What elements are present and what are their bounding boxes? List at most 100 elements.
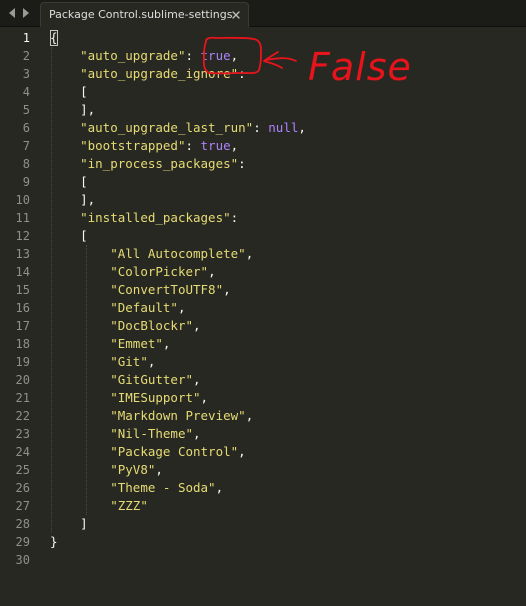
- string-token: "Theme - Soda": [110, 480, 216, 495]
- tab-package-control-settings[interactable]: Package Control.sublime-settings: [40, 2, 249, 27]
- punctuation-token: [50, 66, 80, 81]
- line-number: 13: [15, 247, 30, 261]
- punctuation-token: :: [238, 156, 246, 171]
- punctuation-token: [50, 408, 110, 423]
- string-token: "ColorPicker": [110, 264, 209, 279]
- code-line[interactable]: ]: [50, 515, 306, 533]
- code-line[interactable]: "IMESupport",: [50, 389, 306, 407]
- code-line[interactable]: [: [50, 227, 306, 245]
- punctuation-token: :: [253, 120, 269, 135]
- code-line[interactable]: "ConvertToUTF8",: [50, 281, 306, 299]
- punctuation-token: ],: [50, 102, 96, 117]
- line-number: 11: [15, 211, 30, 225]
- code-line[interactable]: ],: [50, 101, 306, 119]
- code-line[interactable]: "PyV8",: [50, 461, 306, 479]
- code-line[interactable]: "auto_upgrade": true,: [50, 47, 306, 65]
- line-number: 7: [22, 139, 30, 153]
- string-token: "DocBlockr": [110, 318, 194, 333]
- triangle-left-icon[interactable]: [6, 6, 18, 20]
- code-line[interactable]: "bootstrapped": true,: [50, 137, 306, 155]
- code-line[interactable]: "auto_upgrade_last_run": null,: [50, 119, 306, 137]
- code-line[interactable]: "Default",: [50, 299, 306, 317]
- string-token: "Default": [110, 300, 178, 315]
- line-number: 19: [15, 355, 30, 369]
- line-number: 26: [15, 481, 30, 495]
- line-number: 24: [15, 445, 30, 459]
- triangle-right-icon[interactable]: [20, 6, 32, 20]
- code-line[interactable]: "All Autocomplete",: [50, 245, 306, 263]
- code-line[interactable]: "GitGutter",: [50, 371, 306, 389]
- string-token: "installed_packages": [80, 210, 231, 225]
- line-number: 8: [22, 157, 30, 171]
- punctuation-token: [: [50, 228, 88, 243]
- punctuation-token: [50, 462, 110, 477]
- string-token: "auto_upgrade_ignore": [80, 66, 239, 81]
- line-number: 30: [15, 553, 30, 567]
- code-line[interactable]: ],: [50, 191, 306, 209]
- string-token: "Emmet": [110, 336, 163, 351]
- string-token: "in_process_packages": [80, 156, 239, 171]
- line-number: 3: [22, 67, 30, 81]
- line-number: 25: [15, 463, 30, 477]
- code-line[interactable]: "DocBlockr",: [50, 317, 306, 335]
- punctuation-token: [50, 480, 110, 495]
- punctuation-token: ,: [193, 372, 201, 387]
- line-number: 5: [22, 103, 30, 117]
- line-number: 27: [15, 499, 30, 513]
- punctuation-token: [50, 48, 80, 63]
- string-token: "auto_upgrade": [80, 48, 186, 63]
- code-line[interactable]: [50, 551, 306, 569]
- string-token: "All Autocomplete": [110, 246, 246, 261]
- punctuation-token: :: [238, 66, 246, 81]
- line-number: 23: [15, 427, 30, 441]
- code-line[interactable]: "ZZZ": [50, 497, 306, 515]
- code-area[interactable]: { "auto_upgrade": true, "auto_upgrade_ig…: [50, 29, 306, 569]
- code-line[interactable]: "auto_upgrade_ignore":: [50, 65, 306, 83]
- code-line[interactable]: "Markdown Preview",: [50, 407, 306, 425]
- line-number: 18: [15, 337, 30, 351]
- code-line[interactable]: "in_process_packages":: [50, 155, 306, 173]
- line-number: 2: [22, 49, 30, 63]
- annotation-text: False: [308, 45, 412, 89]
- punctuation-token: ,: [245, 408, 254, 423]
- punctuation-token: ,: [298, 120, 306, 135]
- indent-guide: [86, 245, 87, 515]
- string-token: "IMESupport": [110, 390, 201, 405]
- punctuation-token: }: [50, 534, 58, 549]
- line-number: 21: [15, 391, 30, 405]
- punctuation-token: ,: [193, 318, 201, 333]
- code-line[interactable]: {: [50, 29, 306, 47]
- punctuation-token: :: [185, 48, 201, 63]
- code-line[interactable]: "installed_packages":: [50, 209, 306, 227]
- string-token: "Nil-Theme": [110, 426, 194, 441]
- code-line[interactable]: }: [50, 533, 306, 551]
- code-line[interactable]: "Nil-Theme",: [50, 425, 306, 443]
- code-line[interactable]: "ColorPicker",: [50, 263, 306, 281]
- line-number: 22: [15, 409, 30, 423]
- string-token: "PyV8": [110, 462, 156, 477]
- code-line[interactable]: "Theme - Soda",: [50, 479, 306, 497]
- constant-token: true: [200, 48, 231, 63]
- punctuation-token: [50, 372, 110, 387]
- line-number: 28: [15, 517, 30, 531]
- code-line[interactable]: "Emmet",: [50, 335, 306, 353]
- punctuation-token: [50, 318, 110, 333]
- punctuation-token: [50, 138, 80, 153]
- line-number: 4: [22, 85, 30, 99]
- tab-bar: Package Control.sublime-settings: [0, 0, 526, 27]
- code-line[interactable]: [: [50, 83, 306, 101]
- punctuation-token: [50, 210, 80, 225]
- code-line[interactable]: "Package Control",: [50, 443, 306, 461]
- code-line[interactable]: "Git",: [50, 353, 306, 371]
- punctuation-token: [50, 264, 110, 279]
- punctuation-token: ,: [230, 138, 239, 153]
- punctuation-token: ,: [238, 444, 246, 459]
- code-line[interactable]: [: [50, 173, 306, 191]
- punctuation-token: ,: [208, 264, 216, 279]
- close-x-icon[interactable]: [230, 8, 242, 20]
- string-token: "Package Control": [110, 444, 239, 459]
- line-number: 14: [15, 265, 30, 279]
- string-token: "auto_upgrade_last_run": [80, 120, 254, 135]
- line-number: 1: [22, 31, 30, 45]
- punctuation-token: ,: [200, 390, 209, 405]
